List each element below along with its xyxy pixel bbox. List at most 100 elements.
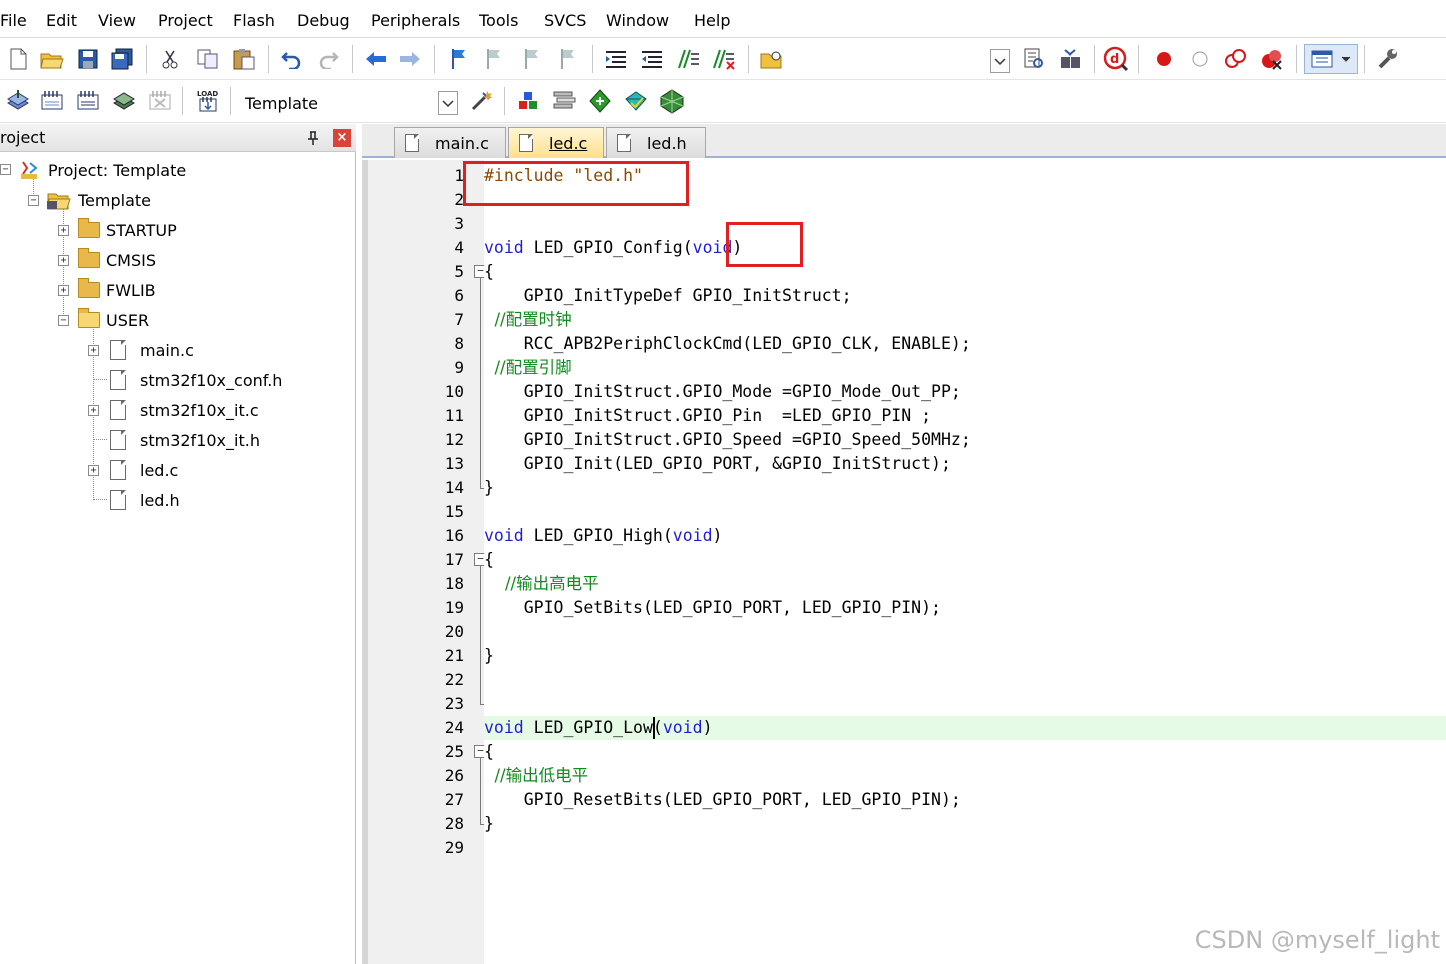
tree-file-stm32f10x-it-h[interactable]: stm32f10x_it.h — [110, 425, 260, 455]
code-line[interactable]: { — [484, 740, 494, 764]
menu-project[interactable]: Project — [158, 11, 213, 31]
disable-breakpoints-icon[interactable] — [1222, 45, 1250, 73]
line-number-gutter[interactable]: 1 2 3 4 5 6 7 8 9 10 11 12 13 14 15 16 17 18 19 20 21 22 23 24 2… — [362, 160, 488, 964]
tree-file-led-c[interactable]: led.c — [110, 455, 178, 485]
navigate-forward-icon[interactable] — [396, 45, 424, 73]
group-fwlib-expand[interactable]: + — [58, 285, 69, 296]
menu-help[interactable]: Help — [694, 11, 730, 31]
bookmark-icon[interactable] — [444, 45, 472, 73]
navigate-back-icon[interactable] — [362, 45, 390, 73]
tree-file-led-h[interactable]: led.h — [110, 485, 180, 515]
window-layout-icon[interactable] — [1304, 44, 1358, 74]
tree-group-user[interactable]: USER — [78, 305, 149, 335]
batch-build-icon[interactable] — [110, 87, 138, 115]
download-load-icon[interactable]: LOAD — [194, 87, 222, 115]
tree-group-cmsis[interactable]: CMSIS — [78, 245, 156, 275]
target-options-icon[interactable] — [468, 87, 496, 115]
tab-led-h[interactable]: led.h — [606, 127, 706, 158]
file-led-c-expand[interactable]: + — [88, 465, 99, 476]
code-line[interactable]: } — [484, 812, 494, 836]
cut-icon[interactable] — [156, 45, 184, 73]
menu-edit[interactable]: Edit — [46, 11, 77, 31]
code-line[interactable]: GPIO_Init(LED_GPIO_PORT, &GPIO_InitStruc… — [484, 452, 951, 476]
code-line[interactable]: { — [484, 260, 494, 284]
menu-tools[interactable]: Tools — [479, 11, 518, 31]
new-file-icon[interactable] — [4, 45, 32, 73]
manage-project-items-icon[interactable] — [514, 87, 542, 115]
rebuild-icon[interactable] — [74, 87, 102, 115]
code-line[interactable]: } — [484, 476, 494, 500]
tree-project-root[interactable]: Project: Template — [18, 155, 186, 185]
configuration-wrench-icon[interactable] — [1374, 45, 1402, 73]
unindent-icon[interactable] — [638, 45, 666, 73]
code-line[interactable]: void LED_GPIO_Low(void) — [484, 716, 713, 740]
code-line[interactable]: //输出高电平 — [484, 572, 599, 596]
code-line[interactable]: } — [484, 644, 494, 668]
comment-icon[interactable] — [674, 45, 702, 73]
file-extensions-icon[interactable] — [550, 87, 578, 115]
group-startup-expand[interactable]: + — [58, 225, 69, 236]
code-line[interactable]: RCC_APB2PeriphClockCmd(LED_GPIO_CLK, ENA… — [484, 332, 971, 356]
tree-group-startup[interactable]: STARTUP — [78, 215, 177, 245]
stop-build-icon[interactable] — [146, 87, 174, 115]
project-root-collapse[interactable]: − — [0, 164, 11, 175]
code-line[interactable]: GPIO_InitStruct.GPIO_Speed =GPIO_Speed_5… — [484, 428, 971, 452]
menu-window[interactable]: Window — [606, 11, 669, 31]
find-icon[interactable] — [1020, 45, 1048, 73]
paste-icon[interactable] — [230, 45, 258, 73]
code-line[interactable]: //配置引脚 — [484, 356, 571, 380]
prev-bookmark-icon[interactable] — [480, 45, 508, 73]
code-line[interactable]: GPIO_ResetBits(LED_GPIO_PORT, LED_GPIO_P… — [484, 788, 961, 812]
file-it-c-expand[interactable]: + — [88, 405, 99, 416]
open-folder-icon[interactable] — [38, 45, 66, 73]
save-icon[interactable] — [74, 45, 102, 73]
select-software-packs-icon[interactable] — [622, 87, 650, 115]
redo-icon[interactable] — [314, 45, 342, 73]
find-in-files-icon[interactable] — [758, 45, 786, 73]
tree-file-stm32f10x-it-c[interactable]: stm32f10x_it.c — [110, 395, 259, 425]
code-line[interactable]: //输出低电平 — [484, 764, 588, 788]
find-combo-dropdown[interactable] — [990, 49, 1010, 73]
enable-breakpoint-icon[interactable] — [1186, 45, 1214, 73]
insert-breakpoint-icon[interactable] — [1150, 45, 1178, 73]
code-line[interactable]: void LED_GPIO_Config(void) — [484, 236, 742, 260]
group-user-collapse[interactable]: − — [58, 315, 69, 326]
menu-peripherals[interactable]: Peripherals — [371, 11, 460, 31]
pin-icon[interactable] — [305, 130, 321, 146]
translate-icon[interactable] — [4, 87, 32, 115]
clear-bookmarks-icon[interactable] — [554, 45, 582, 73]
copy-icon[interactable] — [194, 45, 222, 73]
next-bookmark-icon[interactable] — [518, 45, 546, 73]
code-line[interactable]: void LED_GPIO_High(void) — [484, 524, 722, 548]
tree-group-fwlib[interactable]: FWLIB — [78, 275, 156, 305]
run-time-environment-icon[interactable] — [658, 87, 686, 115]
build-icon[interactable] — [38, 87, 66, 115]
incremental-find-icon[interactable] — [1056, 45, 1084, 73]
save-all-icon[interactable] — [108, 45, 136, 73]
target-select-dropdown[interactable] — [438, 91, 458, 115]
code-line[interactable]: { — [484, 548, 494, 572]
kill-breakpoints-icon[interactable] — [1258, 45, 1286, 73]
pack-installer-icon[interactable] — [586, 87, 614, 115]
menu-file[interactable]: File — [0, 11, 27, 31]
code-editor[interactable]: #include "led.h" void LED_GPIO_Config(voi… — [484, 160, 1446, 964]
tree-target[interactable]: Template — [46, 185, 151, 215]
uncomment-icon[interactable] — [710, 45, 738, 73]
group-cmsis-expand[interactable]: + — [58, 255, 69, 266]
menu-debug[interactable]: Debug — [297, 11, 350, 31]
close-panel-button[interactable]: × — [333, 129, 351, 147]
menu-flash[interactable]: Flash — [233, 11, 275, 31]
indent-icon[interactable] — [602, 45, 630, 73]
tab-led-c[interactable]: led.c — [508, 127, 604, 158]
menu-view[interactable]: View — [98, 11, 136, 31]
tab-main-c[interactable]: main.c — [394, 127, 506, 158]
tree-file-main-c[interactable]: main.c — [110, 335, 194, 365]
tree-file-stm32f10x-conf-h[interactable]: stm32f10x_conf.h — [110, 365, 282, 395]
code-line[interactable]: GPIO_InitStruct.GPIO_Mode =GPIO_Mode_Out… — [484, 380, 961, 404]
code-line[interactable]: GPIO_InitStruct.GPIO_Pin =LED_GPIO_PIN ; — [484, 404, 931, 428]
undo-icon[interactable] — [278, 45, 306, 73]
code-line[interactable]: GPIO_SetBits(LED_GPIO_PORT, LED_GPIO_PIN… — [484, 596, 941, 620]
file-main-c-expand[interactable]: + — [88, 345, 99, 356]
menu-svcs[interactable]: SVCS — [544, 11, 586, 31]
target-collapse[interactable]: − — [28, 195, 39, 206]
